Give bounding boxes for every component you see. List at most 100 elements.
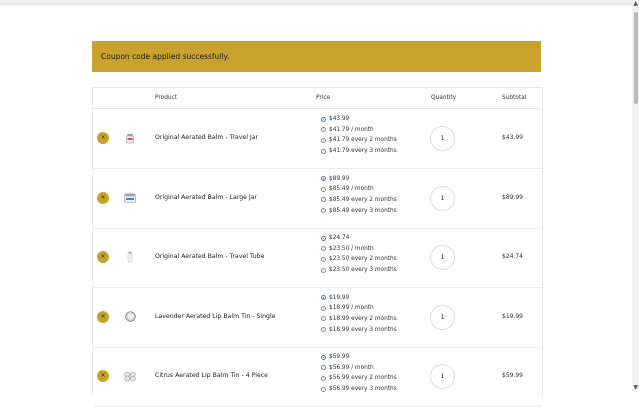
price-option[interactable]: $23.50 every 3 months xyxy=(321,265,397,276)
radio-button[interactable] xyxy=(321,256,326,262)
close-icon: × xyxy=(100,312,106,320)
price-option[interactable]: $18.99 / month xyxy=(321,303,397,314)
remove-item-button[interactable]: × xyxy=(97,132,109,144)
remove-item-button[interactable]: × xyxy=(97,191,109,204)
price-option-label: $56.99 every 3 months xyxy=(329,386,397,393)
row-subtotal: $24.74 xyxy=(502,253,523,260)
radio-button[interactable] xyxy=(321,186,326,192)
tin-set-icon[interactable] xyxy=(124,370,136,382)
price-option[interactable]: $56.99 every 3 months xyxy=(321,384,397,395)
radio-button[interactable] xyxy=(321,365,326,371)
price-option-label: $85.49 every 2 months xyxy=(329,196,397,203)
price-option[interactable]: $85.49 every 3 months xyxy=(321,205,397,216)
radio-button[interactable] xyxy=(321,375,326,381)
header-quantity: Quantity xyxy=(431,95,457,101)
price-option[interactable]: $18.99 every 3 months xyxy=(321,324,397,335)
price-option-label: $24.74 xyxy=(329,235,350,242)
product-name-link[interactable]: Original Aerated Balm - Travel Jar xyxy=(155,134,258,141)
cart-row: × Original Aerated Balm - Travel Jar $43.9… xyxy=(93,109,542,169)
price-option[interactable]: $19.99 xyxy=(321,293,397,304)
quantity-input[interactable]: 1 xyxy=(430,126,455,151)
tin-icon[interactable] xyxy=(124,311,136,323)
price-option-label: $18.99 every 3 months xyxy=(329,326,397,333)
remove-item-button[interactable]: × xyxy=(97,251,109,263)
price-option[interactable]: $41.79 every 3 months xyxy=(321,146,397,157)
product-name-link[interactable]: Original Aerated Balm - Large Jar xyxy=(155,194,257,201)
quantity-value: 1 xyxy=(440,254,445,261)
cart-table-header: Product Price Quantity Subtotal xyxy=(93,88,542,109)
radio-button[interactable] xyxy=(321,235,326,241)
radio-button[interactable] xyxy=(321,176,326,182)
radio-button[interactable] xyxy=(321,246,326,252)
product-name-link[interactable]: Lavender Aerated Lip Balm Tin - Single xyxy=(155,313,276,320)
large-jar-icon[interactable] xyxy=(124,192,136,204)
price-option-label: $18.99 every 2 months xyxy=(329,315,397,322)
price-option[interactable]: $41.79 / month xyxy=(321,125,397,136)
price-option[interactable]: $41.79 every 2 months xyxy=(321,135,397,146)
radio-button[interactable] xyxy=(321,127,326,133)
price-options: $19.99 $18.99 / month $18.99 every 2 month… xyxy=(321,293,397,335)
price-option-label: $56.99 every 2 months xyxy=(329,375,397,382)
price-option-label: $19.99 xyxy=(329,294,350,301)
price-option-label: $41.79 every 3 months xyxy=(329,148,397,155)
remove-item-button[interactable]: × xyxy=(97,310,109,323)
close-icon: × xyxy=(100,134,106,141)
price-option[interactable]: $89.99 xyxy=(321,174,397,185)
quantity-value: 1 xyxy=(440,313,445,321)
quantity-input[interactable]: 1 xyxy=(430,364,455,389)
tube-icon[interactable] xyxy=(124,251,136,263)
radio-button[interactable] xyxy=(321,354,326,360)
price-option[interactable]: $56.99 every 2 months xyxy=(321,373,397,384)
browser-top-strip xyxy=(0,0,632,5)
radio-button[interactable] xyxy=(321,327,326,333)
radio-button[interactable] xyxy=(321,197,326,203)
quantity-input[interactable]: 1 xyxy=(430,245,455,270)
small-jar-icon[interactable] xyxy=(124,132,136,144)
price-option[interactable]: $23.50 / month xyxy=(321,244,397,255)
product-name-link[interactable]: Original Aerated Balm - Travel Tube xyxy=(155,253,264,260)
price-option[interactable]: $59.99 xyxy=(321,352,397,363)
scroll-up-arrow-icon[interactable]: ▲ xyxy=(633,0,638,8)
price-options: $89.99 $85.49 / month $85.49 every 2 month… xyxy=(321,174,397,216)
radio-button[interactable] xyxy=(321,295,326,301)
radio-button[interactable] xyxy=(321,305,326,311)
row-subtotal: $19.99 xyxy=(502,312,523,320)
price-options: $43.99 $41.79 / month $41.79 every 2 month… xyxy=(321,114,397,156)
quantity-input[interactable]: 1 xyxy=(430,185,455,211)
radio-button[interactable] xyxy=(321,386,326,392)
quantity-value: 1 xyxy=(440,194,445,202)
cart-row: × Citrus Aerated Lip Balm Tin - 4 Piece $5… xyxy=(93,347,542,407)
page-scrollbar[interactable]: ▲ ▼ xyxy=(632,0,639,392)
price-option-label: $41.79 / month xyxy=(329,126,374,133)
price-option[interactable]: $23.50 every 2 months xyxy=(321,254,397,265)
radio-button[interactable] xyxy=(321,208,326,214)
price-option-label: $59.99 xyxy=(329,354,350,361)
close-icon: × xyxy=(100,253,106,260)
header-product: Product xyxy=(155,95,178,101)
price-option[interactable]: $18.99 every 2 months xyxy=(321,314,397,325)
price-option-label: $23.50 every 3 months xyxy=(329,267,397,274)
price-option-label: $85.49 every 3 months xyxy=(329,207,397,214)
radio-button[interactable] xyxy=(321,148,326,154)
price-option-label: $41.79 every 2 months xyxy=(329,137,397,144)
radio-button[interactable] xyxy=(321,116,326,122)
price-option[interactable]: $85.49 / month xyxy=(321,184,397,195)
price-options: $24.74 $23.50 / month $23.50 every 2 month… xyxy=(321,233,397,275)
price-options: $59.99 $56.99 / month $56.99 every 2 month… xyxy=(321,352,397,394)
radio-button[interactable] xyxy=(321,137,326,143)
scroll-thumb[interactable] xyxy=(634,12,638,104)
price-option[interactable]: $56.99 / month xyxy=(321,363,397,374)
quantity-input[interactable]: 1 xyxy=(430,304,455,330)
notice-text: Coupon code applied successfully. xyxy=(101,52,230,61)
price-option[interactable]: $43.99 xyxy=(321,114,397,125)
price-option[interactable]: $85.49 every 2 months xyxy=(321,195,397,206)
price-option-label: $56.99 / month xyxy=(329,364,374,371)
price-option[interactable]: $24.74 xyxy=(321,233,397,244)
price-option-label: $18.99 / month xyxy=(329,305,374,312)
scroll-down-arrow-icon[interactable]: ▼ xyxy=(633,384,638,392)
remove-item-button[interactable]: × xyxy=(97,370,109,382)
radio-button[interactable] xyxy=(321,316,326,322)
radio-button[interactable] xyxy=(321,267,326,273)
price-option-label: $85.49 / month xyxy=(329,186,374,193)
product-name-link[interactable]: Citrus Aerated Lip Balm Tin - 4 Piece xyxy=(155,372,268,379)
